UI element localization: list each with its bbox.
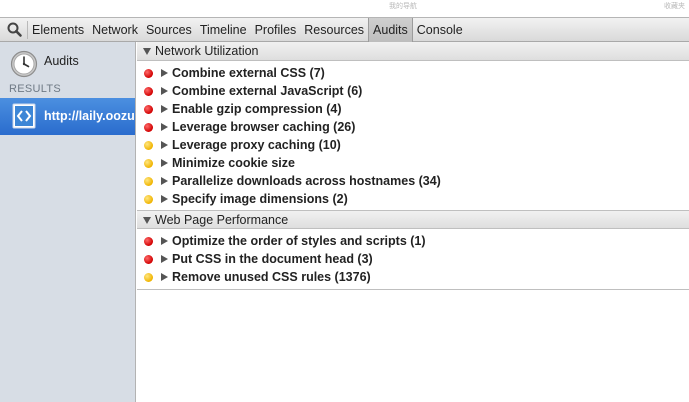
expand-arrow-icon[interactable] (161, 195, 168, 203)
result-url: http://laily.oozu. (44, 109, 135, 123)
audit-rule-row[interactable]: Enable gzip compression (4) (137, 100, 689, 118)
audit-rule-row[interactable]: Combine external CSS (7) (137, 64, 689, 82)
audit-rule-row[interactable]: Parallelize downloads across hostnames (… (137, 172, 689, 190)
devtools-toolbar: Elements Network Sources Timeline Profil… (0, 17, 689, 42)
sidebar-item-audits[interactable]: Audits (10, 50, 134, 78)
audit-rule-label: Leverage browser caching (26) (172, 120, 356, 134)
tab-sources[interactable]: Sources (142, 18, 196, 42)
expand-arrow-icon[interactable] (161, 123, 168, 131)
clock-icon (10, 50, 38, 78)
warning-status-icon (144, 273, 153, 282)
page-strip-text: 我的导航 (389, 3, 417, 10)
panel-tabs: Elements Network Sources Timeline Profil… (28, 18, 467, 42)
error-status-icon (144, 105, 153, 114)
search-icon[interactable] (4, 20, 26, 40)
audit-rule-row[interactable]: Put CSS in the document head (3) (137, 250, 689, 268)
audit-rule-label: Optimize the order of styles and scripts… (172, 234, 426, 248)
audit-rule-row[interactable]: Remove unused CSS rules (1376) (137, 268, 689, 286)
tab-audits[interactable]: Audits (368, 18, 413, 42)
warning-status-icon (144, 195, 153, 204)
tab-timeline[interactable]: Timeline (196, 18, 251, 42)
audit-results-panel: Network Utilization Combine external CSS… (137, 42, 689, 402)
warning-status-icon (144, 159, 153, 168)
page-content-strip: 我的导航 收藏夹 (0, 0, 689, 17)
disclosure-triangle-icon (143, 217, 151, 224)
expand-arrow-icon[interactable] (161, 105, 168, 113)
section-header-network-utilization[interactable]: Network Utilization (137, 42, 689, 61)
error-status-icon (144, 69, 153, 78)
web-page-icon (12, 103, 36, 129)
expand-arrow-icon[interactable] (161, 69, 168, 77)
audit-rule-row[interactable]: Combine external JavaScript (6) (137, 82, 689, 100)
error-status-icon (144, 123, 153, 132)
audit-rule-row[interactable]: Minimize cookie size (137, 154, 689, 172)
audit-rule-row[interactable]: Leverage browser caching (26) (137, 118, 689, 136)
expand-arrow-icon[interactable] (161, 87, 168, 95)
audit-rule-row[interactable]: Leverage proxy caching (10) (137, 136, 689, 154)
audits-sidebar: Audits RESULTS http://laily.oozu. (0, 42, 136, 402)
audit-rule-label: Leverage proxy caching (10) (172, 138, 341, 152)
section-header-web-page-performance[interactable]: Web Page Performance (137, 210, 689, 229)
sidebar-item-result[interactable]: http://laily.oozu. (0, 98, 135, 135)
warning-status-icon (144, 141, 153, 150)
expand-arrow-icon[interactable] (161, 159, 168, 167)
section-title: Network Utilization (155, 44, 259, 58)
audit-rule-row[interactable]: Specify image dimensions (2) (137, 190, 689, 208)
audit-rule-label: Parallelize downloads across hostnames (… (172, 174, 441, 188)
audit-rule-row[interactable]: Optimize the order of styles and scripts… (137, 232, 689, 250)
error-status-icon (144, 237, 153, 246)
expand-arrow-icon[interactable] (161, 273, 168, 281)
audit-rule-label: Put CSS in the document head (3) (172, 252, 373, 266)
warning-status-icon (144, 177, 153, 186)
audit-rule-label: Combine external JavaScript (6) (172, 84, 363, 98)
audit-rule-label: Enable gzip compression (4) (172, 102, 342, 116)
audit-rule-label: Minimize cookie size (172, 156, 295, 170)
expand-arrow-icon[interactable] (161, 255, 168, 263)
expand-arrow-icon[interactable] (161, 237, 168, 245)
disclosure-triangle-icon (143, 48, 151, 55)
tab-resources[interactable]: Resources (300, 18, 368, 42)
expand-arrow-icon[interactable] (161, 177, 168, 185)
tab-profiles[interactable]: Profiles (251, 18, 301, 42)
audit-rule-label: Specify image dimensions (2) (172, 192, 348, 206)
results-heading: RESULTS (9, 83, 62, 95)
error-status-icon (144, 87, 153, 96)
section-divider (137, 289, 689, 290)
tab-elements[interactable]: Elements (28, 18, 88, 42)
sidebar-item-label: Audits (44, 54, 79, 68)
page-strip-text-right: 收藏夹 (664, 3, 685, 10)
error-status-icon (144, 255, 153, 264)
section-title: Web Page Performance (155, 213, 289, 227)
tab-console[interactable]: Console (413, 18, 467, 42)
audit-rule-label: Remove unused CSS rules (1376) (172, 270, 371, 284)
audit-rule-label: Combine external CSS (7) (172, 66, 325, 80)
tab-network[interactable]: Network (88, 18, 142, 42)
expand-arrow-icon[interactable] (161, 141, 168, 149)
